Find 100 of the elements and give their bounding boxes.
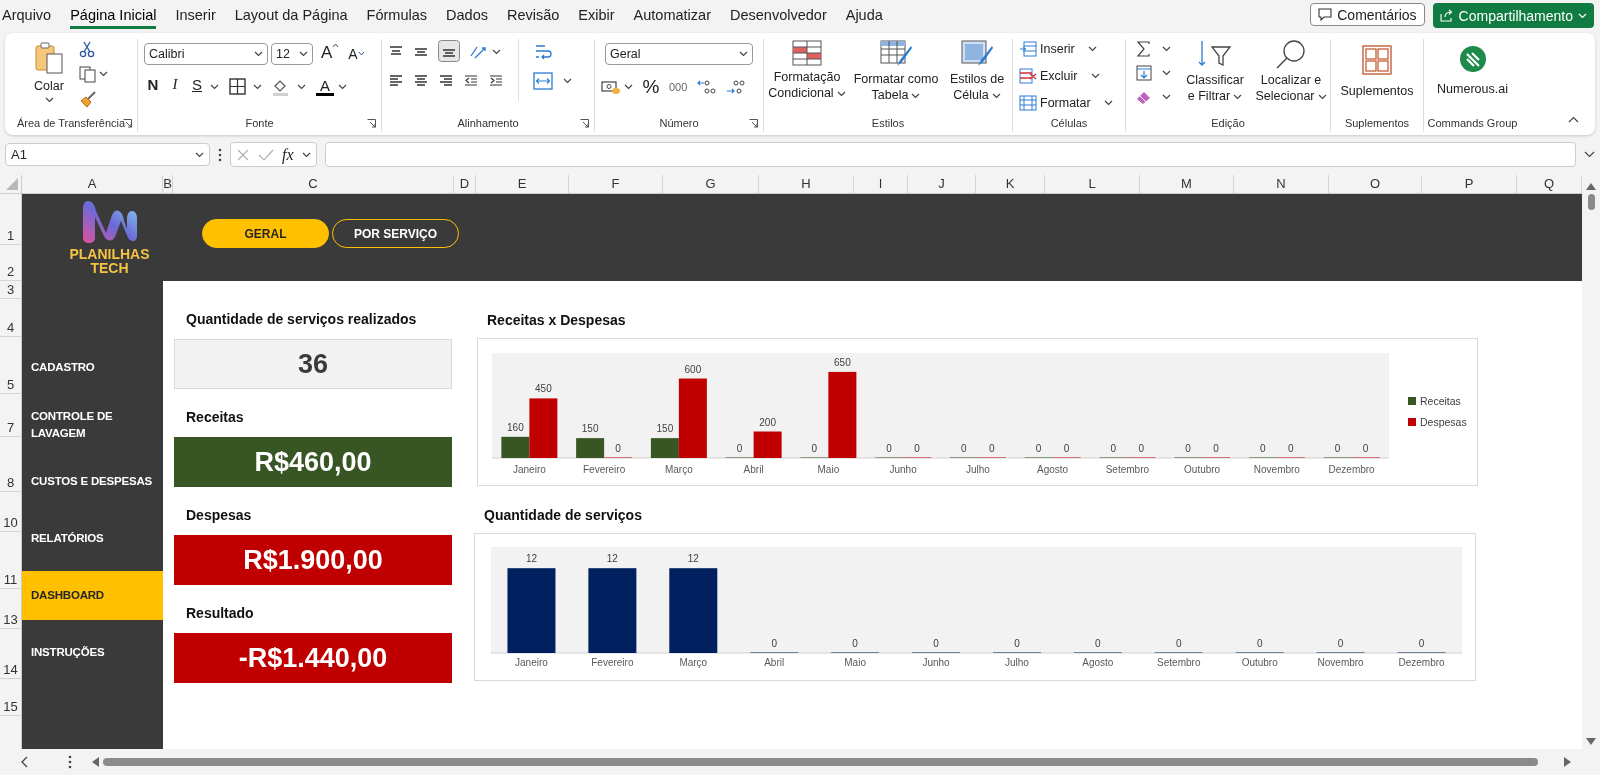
menu-tab[interactable]: Ajuda xyxy=(845,2,883,29)
cells-button[interactable]: Excluir xyxy=(1019,65,1100,87)
view-button[interactable]: GERAL xyxy=(202,219,329,249)
italic-button[interactable]: I xyxy=(166,75,184,98)
menu-tab[interactable]: Página Inicial xyxy=(70,2,157,29)
dialog-launcher-icon[interactable] xyxy=(749,118,758,128)
caret-icon[interactable] xyxy=(1162,93,1171,100)
row-header[interactable]: 3 xyxy=(6,282,15,298)
merge-cells-icon[interactable] xyxy=(533,71,553,90)
styles-button[interactable]: Formatação Condicional xyxy=(768,39,846,101)
column-header[interactable]: A xyxy=(22,175,163,194)
scrollbar-thumb[interactable] xyxy=(103,758,1538,767)
align-bottom-icon[interactable] xyxy=(438,39,460,62)
caret-icon[interactable] xyxy=(44,96,54,103)
nav-item[interactable]: INSTRUÇÕES xyxy=(22,628,163,678)
borders-icon[interactable] xyxy=(229,78,246,96)
caret-icon[interactable] xyxy=(301,151,311,158)
styles-button[interactable]: Estilos de Célula xyxy=(946,39,1008,103)
caret-icon[interactable] xyxy=(1090,73,1100,80)
menu-tab[interactable]: Fórmulas xyxy=(366,2,428,29)
column-header[interactable]: F xyxy=(569,175,663,194)
collapse-ribbon-icon[interactable] xyxy=(1568,115,1579,123)
copy-icon[interactable] xyxy=(79,65,96,83)
row-header[interactable]: 2 xyxy=(6,264,15,280)
column-header[interactable]: K xyxy=(976,175,1045,194)
increase-decimal-icon[interactable] xyxy=(696,77,717,96)
column-header[interactable]: J xyxy=(908,175,976,194)
dialog-launcher-icon[interactable] xyxy=(580,118,589,128)
align-center-icon[interactable] xyxy=(413,72,429,89)
menu-tab[interactable]: Dados xyxy=(446,2,488,29)
increase-indent-icon[interactable] xyxy=(488,72,504,89)
column-header[interactable]: B xyxy=(163,175,173,194)
caret-icon[interactable] xyxy=(624,83,633,90)
font-size-dropdown[interactable]: 12 xyxy=(271,42,313,65)
more-options-icon[interactable] xyxy=(218,147,222,162)
column-header[interactable]: P xyxy=(1422,175,1517,194)
previous-sheet-icon[interactable] xyxy=(20,756,28,769)
comments-button[interactable]: Comentários xyxy=(1310,3,1425,27)
font-color-button[interactable]: A xyxy=(316,77,334,97)
nav-item[interactable]: CUSTOS E DESPESAS xyxy=(22,457,163,507)
column-header[interactable]: I xyxy=(854,175,908,194)
column-header[interactable]: D xyxy=(454,175,476,194)
caret-icon[interactable] xyxy=(299,50,308,57)
caret-icon[interactable] xyxy=(338,83,347,90)
nav-item[interactable]: RELATÓRIOS xyxy=(22,514,163,564)
sort-filter-button[interactable]: Classificar e Filtrar xyxy=(1183,38,1247,104)
column-header[interactable]: C xyxy=(173,175,454,194)
add-in-button[interactable]: Numerous.ai xyxy=(1437,44,1508,97)
caret-icon[interactable] xyxy=(253,83,262,90)
dialog-launcher-icon[interactable] xyxy=(367,118,376,128)
row-header[interactable]: 11 xyxy=(3,572,18,588)
menu-tab[interactable]: Arquivo xyxy=(2,2,52,29)
expand-icon[interactable] xyxy=(1584,151,1595,159)
caret-icon[interactable] xyxy=(195,151,204,158)
number-format-dropdown[interactable]: Geral xyxy=(605,42,753,65)
column-header[interactable]: N xyxy=(1234,175,1329,194)
scrollbar-thumb[interactable] xyxy=(1587,194,1595,211)
sigma-icon[interactable] xyxy=(1136,40,1152,57)
row-header[interactable]: 10 xyxy=(3,515,18,531)
column-header[interactable]: H xyxy=(759,175,854,194)
share-button[interactable]: Compartilhamento xyxy=(1432,3,1594,29)
check-icon[interactable] xyxy=(258,147,274,162)
row-header[interactable]: 5 xyxy=(6,377,15,393)
caret-icon[interactable] xyxy=(1162,45,1171,52)
scroll-up-icon[interactable] xyxy=(1586,183,1596,191)
menu-tab[interactable]: Revisão xyxy=(506,2,560,29)
caret-icon[interactable] xyxy=(492,49,501,56)
scroll-right-icon[interactable] xyxy=(1564,757,1571,768)
caret-icon[interactable] xyxy=(297,83,306,90)
nav-item[interactable]: CADASTRO xyxy=(22,343,163,393)
add-ins-button[interactable]: Suplementos xyxy=(1340,44,1414,99)
row-header[interactable]: 15 xyxy=(3,699,18,715)
find-select-button[interactable]: Localizar e Selecionar xyxy=(1253,38,1329,104)
row-header[interactable]: 4 xyxy=(6,320,15,336)
name-box[interactable]: A1 xyxy=(5,143,210,167)
column-header[interactable]: M xyxy=(1140,175,1234,194)
nav-item[interactable]: CONTROLE DE LAVAGEM xyxy=(22,400,163,450)
formula-input[interactable] xyxy=(324,142,1576,168)
dialog-launcher-icon[interactable] xyxy=(123,118,132,128)
shrink-font-button[interactable]: A xyxy=(347,42,366,65)
styles-button[interactable]: Formatar como Tabela xyxy=(850,39,942,103)
paste-button[interactable]: Colar xyxy=(27,40,71,103)
more-options-icon[interactable] xyxy=(68,755,72,770)
caret-icon[interactable] xyxy=(254,50,263,57)
caret-icon[interactable] xyxy=(99,71,108,78)
fill-down-icon[interactable] xyxy=(1136,64,1152,81)
caret-icon[interactable] xyxy=(1103,100,1113,107)
menu-tab[interactable]: Exibir xyxy=(578,2,615,29)
insert-function-button[interactable]: fx xyxy=(282,145,294,164)
scroll-down-icon[interactable] xyxy=(1586,738,1596,746)
caret-icon[interactable] xyxy=(991,92,1001,99)
angled-text-icon[interactable] xyxy=(469,44,489,61)
scissors-icon[interactable] xyxy=(79,40,95,58)
menu-tab[interactable]: Desenvolvedor xyxy=(730,2,827,29)
thousands-button[interactable]: 000 xyxy=(669,75,688,98)
menu-tab[interactable]: Layout da Página xyxy=(234,2,348,29)
caret-icon[interactable] xyxy=(1233,93,1243,100)
caret-icon[interactable] xyxy=(1317,93,1327,100)
caret-icon[interactable] xyxy=(911,92,921,99)
caret-icon[interactable] xyxy=(1087,46,1097,53)
